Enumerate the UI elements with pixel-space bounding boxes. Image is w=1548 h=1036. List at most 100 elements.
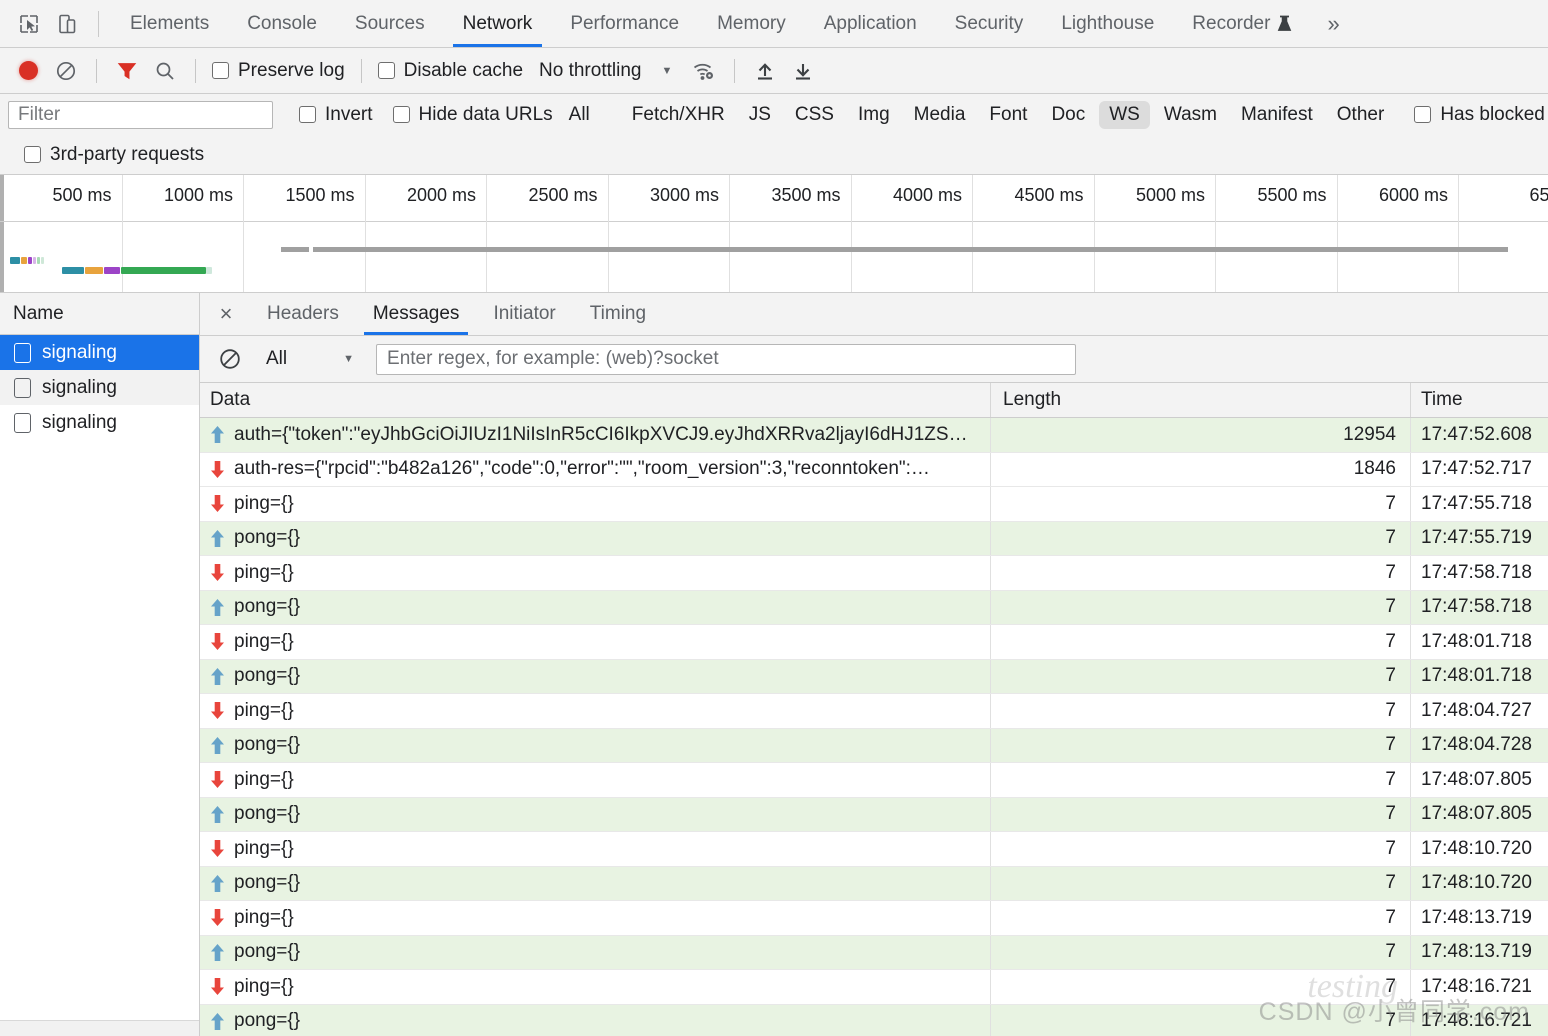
column-header-length[interactable]: Length (990, 383, 1410, 417)
filter-type-all[interactable]: All (559, 101, 600, 129)
tab-console[interactable]: Console (228, 0, 336, 47)
filter-type-wasm[interactable]: Wasm (1154, 101, 1227, 129)
message-row[interactable]: ping={} 7 17:48:13.719 (200, 901, 1548, 936)
message-row[interactable]: pong={} 7 17:47:55.719 (200, 521, 1548, 556)
inspect-cursor-icon[interactable] (10, 5, 48, 43)
throttling-select[interactable]: No throttling ▼ (539, 60, 672, 82)
message-row[interactable]: pong={} 7 17:48:13.719 (200, 935, 1548, 970)
message-row[interactable]: pong={} 7 17:48:07.805 (200, 797, 1548, 832)
overview-tick-label: 3500 ms (771, 185, 841, 205)
message-row[interactable]: pong={} 7 17:48:04.728 (200, 728, 1548, 763)
search-icon[interactable] (147, 53, 183, 89)
tab-timing[interactable]: Timing (573, 293, 663, 335)
overview-selection-handle[interactable] (281, 247, 309, 252)
message-time: 17:47:55.719 (1410, 521, 1548, 555)
request-row[interactable]: signaling (0, 335, 199, 370)
toolbar-divider-4 (734, 58, 736, 83)
tab-security[interactable]: Security (936, 0, 1043, 47)
tab-elements[interactable]: Elements (111, 0, 228, 47)
tab-application[interactable]: Application (805, 0, 936, 47)
message-row[interactable]: ping={} 7 17:47:58.718 (200, 556, 1548, 591)
filter-type-media[interactable]: Media (904, 101, 976, 129)
filter-type-css[interactable]: CSS (785, 101, 844, 129)
column-header-data[interactable]: Data (200, 389, 990, 411)
import-har-icon[interactable] (747, 53, 783, 89)
invert-checkbox[interactable]: Invert (295, 104, 377, 126)
message-row[interactable]: ping={} 7 17:48:16.721 (200, 970, 1548, 1005)
disable-cache-checkbox[interactable]: Disable cache (374, 60, 527, 82)
message-time: 17:47:52.608 (1410, 418, 1548, 452)
message-row[interactable]: ping={} 7 17:48:04.727 (200, 694, 1548, 729)
export-har-icon[interactable] (785, 53, 821, 89)
tab-lighthouse[interactable]: Lighthouse (1042, 0, 1173, 47)
filter-type-fetch-xhr[interactable]: Fetch/XHR (622, 101, 735, 129)
message-row[interactable]: pong={} 7 17:47:58.718 (200, 590, 1548, 625)
messages-regex-input[interactable] (376, 343, 1077, 375)
overview-request-bar (28, 257, 32, 264)
request-name: signaling (42, 376, 117, 398)
clear-messages-icon[interactable] (212, 341, 248, 377)
request-list-header[interactable]: Name (0, 293, 199, 335)
clear-network-log-icon[interactable] (48, 53, 84, 89)
message-row[interactable]: ping={} 7 17:48:10.720 (200, 832, 1548, 867)
network-conditions-icon[interactable] (686, 53, 722, 89)
message-row[interactable]: auth-res={"rpcid":"b482a126","code":0,"e… (200, 452, 1548, 487)
third-party-requests-checkbox[interactable]: 3rd-party requests (20, 144, 208, 166)
preserve-log-checkbox[interactable]: Preserve log (208, 60, 349, 82)
filter-type-manifest[interactable]: Manifest (1231, 101, 1323, 129)
message-row[interactable]: pong={} 7 17:48:10.720 (200, 866, 1548, 901)
message-row[interactable]: ping={} 7 17:48:07.805 (200, 763, 1548, 798)
arrow-down-icon (210, 494, 225, 513)
filter-input[interactable] (8, 100, 273, 129)
message-length: 12954 (990, 418, 1410, 452)
overview-selection-handle[interactable] (313, 247, 1508, 252)
message-data-text: auth-res={"rpcid":"b482a126","code":0,"e… (234, 458, 930, 480)
network-overview-timeline[interactable]: 500 ms 1000 ms 1500 ms 2000 ms 2500 ms 3000 m… (0, 175, 1548, 293)
request-list-hscrollbar[interactable] (0, 1020, 199, 1036)
message-row[interactable]: ping={} 7 17:48:01.718 (200, 625, 1548, 660)
has-blocked-cookies-checkbox[interactable]: Has blocked cooki (1410, 104, 1548, 126)
message-row[interactable]: auth={"token":"eyJhbGciOiJIUzI1NiIsInR5c… (200, 418, 1548, 453)
message-time: 17:48:07.805 (1410, 797, 1548, 831)
filter-funnel-icon[interactable] (109, 53, 145, 89)
request-row[interactable]: signaling (0, 405, 199, 440)
filter-type-other[interactable]: Other (1327, 101, 1395, 129)
tab-headers[interactable]: Headers (250, 293, 356, 335)
message-filter-select[interactable]: All ▼ (266, 348, 354, 370)
tab-recorder[interactable]: Recorder (1173, 0, 1311, 47)
record-stop-icon[interactable] (10, 53, 46, 89)
hide-data-urls-checkbox[interactable]: Hide data URLs (389, 104, 557, 126)
filter-type-img[interactable]: Img (848, 101, 900, 129)
message-length: 7 (990, 935, 1410, 969)
throttling-label: No throttling (539, 59, 642, 81)
close-icon[interactable]: × (208, 296, 244, 332)
tab-messages[interactable]: Messages (356, 293, 477, 335)
device-toolbar-icon[interactable] (48, 5, 86, 43)
message-row[interactable]: pong={} 7 17:48:16.721 (200, 1004, 1548, 1036)
tab-memory[interactable]: Memory (698, 0, 805, 47)
scrollbar-thumb[interactable] (2, 1025, 172, 1033)
filter-type-doc[interactable]: Doc (1041, 101, 1095, 129)
tab-performance[interactable]: Performance (551, 0, 698, 47)
message-data-text: pong={} (234, 803, 301, 825)
tab-initiator[interactable]: Initiator (476, 293, 572, 335)
message-row[interactable]: pong={} 7 17:48:01.718 (200, 659, 1548, 694)
tab-sources[interactable]: Sources (336, 0, 444, 47)
filter-type-js[interactable]: JS (739, 101, 781, 129)
filter-type-font[interactable]: Font (979, 101, 1037, 129)
more-tabs-button[interactable]: » (1311, 11, 1355, 37)
third-party-row: 3rd-party requests (0, 135, 1548, 175)
message-row[interactable]: ping={} 7 17:47:55.718 (200, 487, 1548, 522)
filter-type-ws[interactable]: WS (1099, 100, 1150, 129)
overview-request-bar (104, 267, 120, 274)
checkbox-box (1414, 106, 1432, 123)
overview-tick-label: 5000 ms (1135, 185, 1205, 205)
message-time: 17:47:58.718 (1410, 590, 1548, 624)
message-data-text: ping={} (234, 630, 294, 652)
message-length: 7 (990, 556, 1410, 590)
tab-network[interactable]: Network (444, 0, 552, 47)
message-data-text: pong={} (234, 596, 301, 618)
column-header-time[interactable]: Time (1410, 383, 1548, 417)
request-row[interactable]: signaling (0, 370, 199, 405)
websocket-doc-icon (14, 342, 31, 363)
